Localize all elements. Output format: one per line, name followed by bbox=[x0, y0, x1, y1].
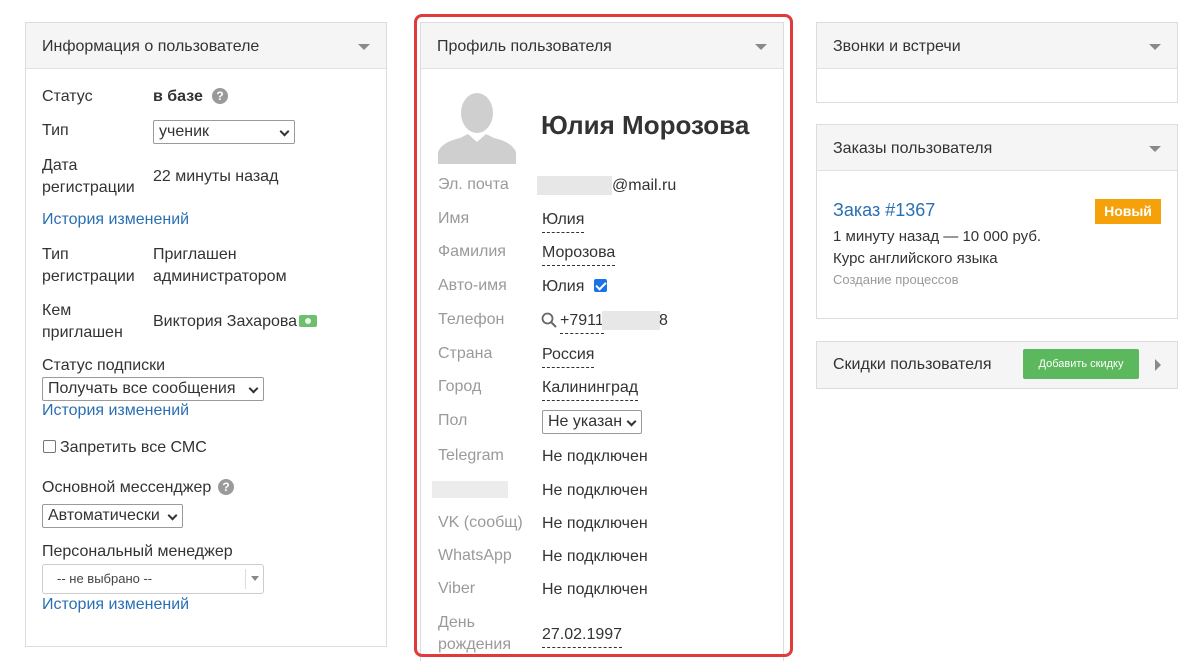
viber-value: Не подключен bbox=[542, 581, 648, 598]
profile-title: Профиль пользователя bbox=[437, 38, 612, 55]
whatsapp-value: Не подключен bbox=[542, 548, 648, 565]
order-link[interactable]: Заказ #1367 bbox=[833, 200, 935, 221]
calls-header[interactable]: Звонки и встречи bbox=[817, 23, 1177, 69]
caret-down-icon[interactable] bbox=[755, 44, 767, 50]
reg-type-value-line2: администратором bbox=[153, 268, 287, 285]
chevron-down-icon bbox=[279, 126, 290, 137]
vk-value: Не подключен bbox=[542, 515, 648, 532]
first-name-value[interactable]: Юлия bbox=[542, 209, 585, 233]
phone-value[interactable]: +7911 bbox=[560, 310, 604, 334]
caret-down-icon[interactable] bbox=[1149, 44, 1161, 50]
birthday-value[interactable]: 27.02.1997 bbox=[542, 624, 623, 648]
auto-name-checkbox[interactable] bbox=[594, 279, 607, 292]
search-icon[interactable] bbox=[541, 312, 557, 328]
redacted-label bbox=[432, 481, 508, 498]
birthday-label-line2: рождения bbox=[438, 636, 511, 653]
user-info-header[interactable]: Информация о пользователе bbox=[26, 23, 386, 69]
status-label: Статус bbox=[42, 88, 93, 105]
subscription-select[interactable]: Получать все сообщения bbox=[42, 377, 264, 401]
subscription-label: Статус подписки bbox=[42, 357, 166, 374]
gender-select-value: Не указан bbox=[548, 413, 623, 430]
block-sms-checkbox[interactable] bbox=[43, 440, 56, 453]
avatar-icon bbox=[438, 86, 516, 164]
last-name-value[interactable]: Морозова bbox=[542, 242, 616, 266]
chevron-down-icon bbox=[167, 510, 178, 521]
messenger-select-value: Автоматически bbox=[48, 507, 160, 524]
type-label: Тип bbox=[42, 122, 69, 139]
phone-tail: 8 bbox=[659, 312, 668, 329]
chevron-down-icon bbox=[248, 383, 259, 394]
money-icon bbox=[299, 315, 317, 327]
history-link-2[interactable]: История изменений bbox=[42, 402, 189, 420]
chevron-down-icon bbox=[626, 416, 637, 427]
block-sms-label[interactable]: Запретить все СМС bbox=[60, 437, 207, 459]
gender-select[interactable]: Не указан bbox=[542, 410, 642, 434]
auto-name-label: Авто-имя bbox=[438, 277, 507, 294]
discounts-title: Скидки пользователя bbox=[833, 356, 992, 373]
orders-title: Заказы пользователя bbox=[833, 140, 993, 157]
email-redacted bbox=[537, 176, 612, 195]
help-icon[interactable]: ? bbox=[218, 479, 234, 495]
country-value[interactable]: Россия bbox=[542, 344, 595, 368]
reg-type-label-line2: регистрации bbox=[42, 268, 135, 285]
birthday-label-line1: День bbox=[438, 614, 475, 631]
caret-right-icon[interactable] bbox=[1155, 359, 1161, 371]
country-label: Страна bbox=[438, 345, 493, 362]
email-label: Эл. почта bbox=[438, 176, 509, 193]
type-select-value: ученик bbox=[159, 123, 210, 140]
subscription-select-value: Получать все сообщения bbox=[48, 380, 236, 397]
email-value[interactable]: @mail.ru bbox=[612, 175, 676, 197]
caret-down-icon[interactable] bbox=[1149, 146, 1161, 152]
calls-panel: Звонки и встречи bbox=[816, 22, 1178, 103]
vk-label: VK (сообщ) bbox=[438, 514, 523, 531]
viber-label: Viber bbox=[438, 580, 476, 597]
reg-date-value: 22 минуты назад bbox=[153, 168, 279, 185]
telegram-label: Telegram bbox=[438, 447, 504, 464]
messenger-label: Основной мессенджер bbox=[42, 479, 212, 496]
invited-by-label-line1: Кем bbox=[42, 302, 72, 319]
phone-redacted bbox=[602, 311, 660, 330]
add-discount-button[interactable]: Добавить скидку bbox=[1023, 349, 1139, 379]
invited-by-value[interactable]: Виктория Захарова bbox=[153, 311, 297, 333]
city-value[interactable]: Калининград bbox=[542, 377, 639, 401]
invited-by-label-line2: приглашен bbox=[42, 324, 123, 341]
caret-down-icon[interactable] bbox=[358, 44, 370, 50]
reg-date-label-line1: Дата bbox=[42, 157, 78, 174]
help-icon[interactable]: ? bbox=[212, 88, 228, 104]
manager-label: Персональный менеджер bbox=[42, 543, 233, 560]
order-source: Создание процессов bbox=[833, 272, 959, 287]
phone-label: Телефон bbox=[438, 311, 505, 328]
last-name-label: Фамилия bbox=[438, 243, 506, 260]
hidden-channel-value: Не подключен bbox=[542, 482, 648, 499]
status-value: в базе bbox=[153, 88, 203, 105]
type-select[interactable]: ученик bbox=[153, 120, 295, 144]
history-link-1[interactable]: История изменений bbox=[42, 211, 189, 229]
manager-select[interactable]: -- не выбрано -- bbox=[42, 564, 264, 594]
caret-down-icon bbox=[251, 576, 259, 581]
discounts-panel: Скидки пользователя Добавить скидку bbox=[816, 341, 1178, 389]
auto-name-value: Юлия bbox=[542, 278, 585, 295]
whatsapp-label: WhatsApp bbox=[438, 547, 512, 564]
user-info-title: Информация о пользователе bbox=[42, 38, 260, 55]
manager-select-value: -- не выбрано -- bbox=[57, 571, 153, 586]
order-meta: 1 минуту назад — 10 000 руб. bbox=[833, 228, 1042, 245]
messenger-select[interactable]: Автоматически bbox=[42, 504, 183, 528]
order-status-badge: Новый bbox=[1095, 199, 1161, 224]
telegram-value: Не подключен bbox=[542, 448, 648, 465]
orders-header[interactable]: Заказы пользователя bbox=[817, 125, 1177, 171]
city-label: Город bbox=[438, 378, 482, 395]
profile-name: Юлия Морозова bbox=[541, 110, 750, 140]
gender-label: Пол bbox=[438, 412, 468, 429]
reg-type-value-line1: Приглашен bbox=[153, 246, 237, 263]
first-name-label: Имя bbox=[438, 210, 470, 227]
history-link-3[interactable]: История изменений bbox=[42, 596, 189, 614]
calls-title: Звонки и встречи bbox=[833, 38, 961, 55]
profile-header[interactable]: Профиль пользователя bbox=[421, 23, 783, 69]
order-course: Курс английского языка bbox=[833, 250, 998, 267]
reg-date-label-line2: регистрации bbox=[42, 179, 135, 196]
reg-type-label-line1: Тип bbox=[42, 246, 69, 263]
